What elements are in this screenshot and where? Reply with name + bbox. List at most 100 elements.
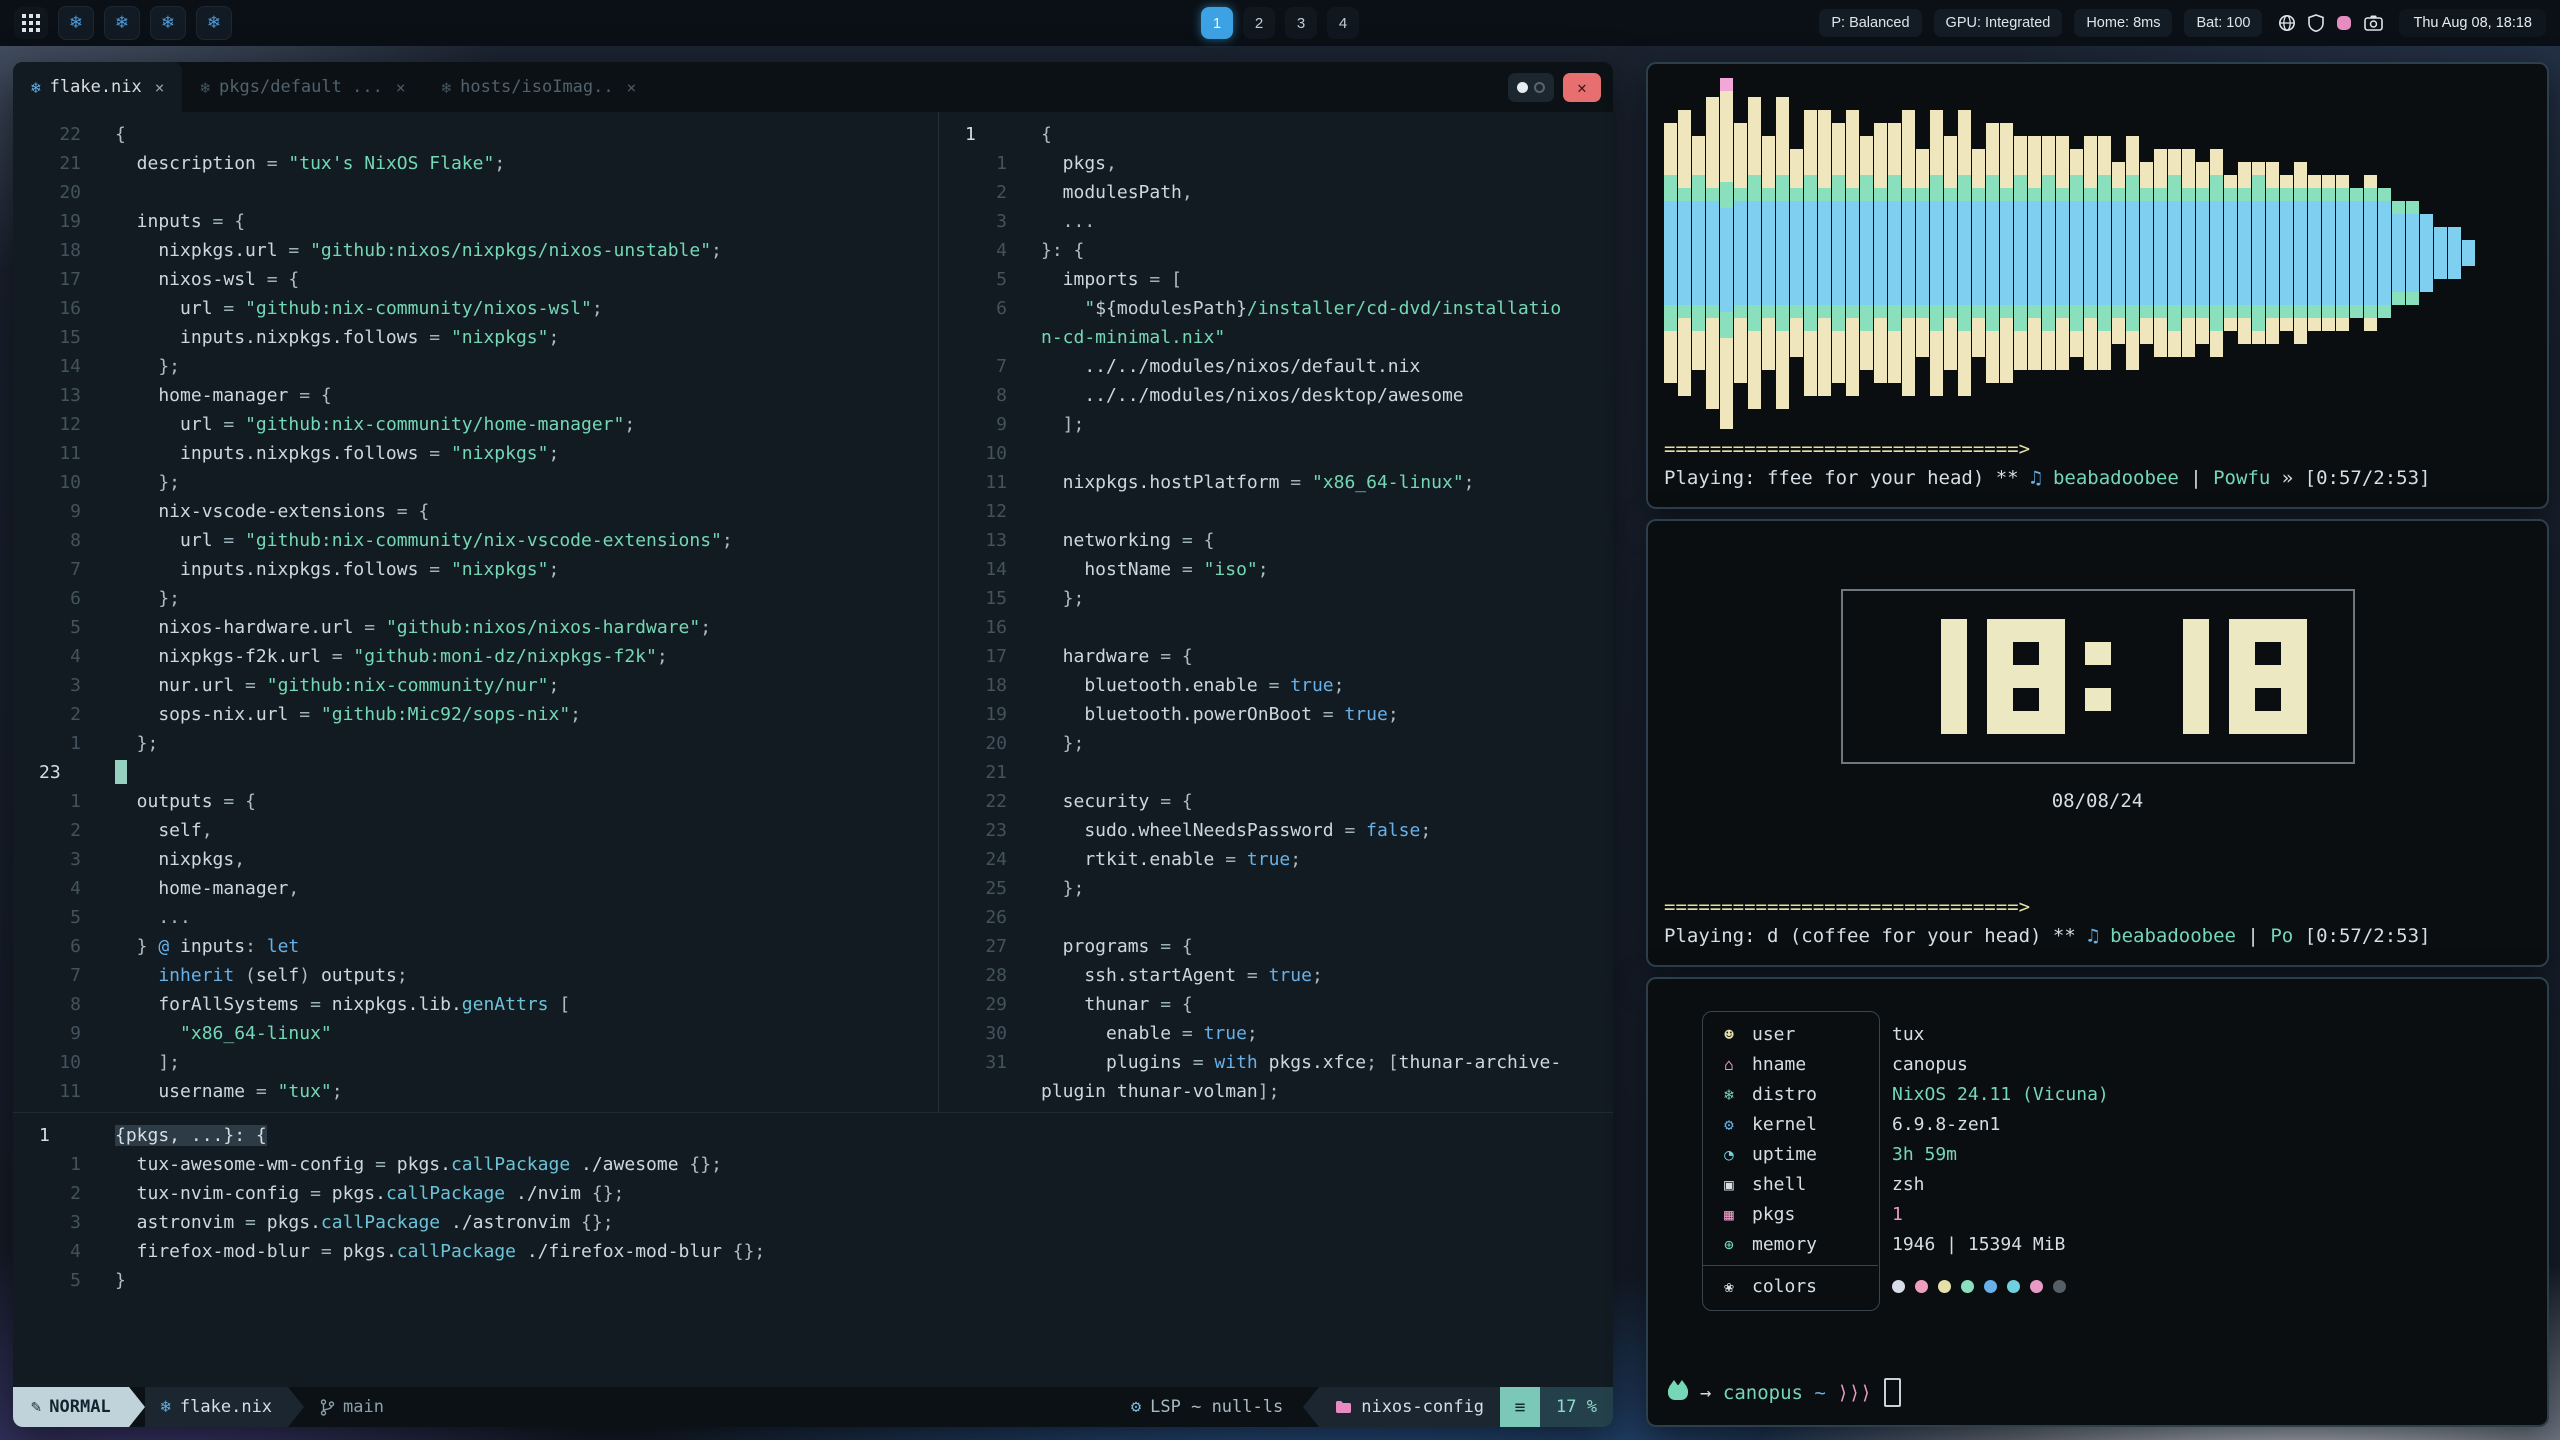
tag-button-1[interactable]: 1 (1201, 7, 1233, 39)
tab-flake-nix[interactable]: ❄flake.nix× (13, 62, 182, 112)
fetch-value: canopus (1892, 1054, 1968, 1075)
topbar: ❄❄❄❄ 1234 P: BalancedGPU: IntegratedHome… (0, 0, 2560, 46)
code-line: 1 }; (13, 729, 938, 758)
tag-button-2[interactable]: 2 (1243, 7, 1275, 39)
toggle-knob-icon (1517, 82, 1528, 93)
editor-content: 22{21 description = "tux's NixOS Flake";… (13, 112, 1613, 1387)
code-line: 1{pkgs, ...}: { (13, 1121, 1613, 1150)
line-number: 4 (13, 1237, 101, 1266)
fetch-value: NixOS 24.11 (Vicuna) (1892, 1084, 2109, 1105)
code-line: 8 ../../modules/nixos/desktop/awesome (939, 381, 1613, 410)
screenshot-icon (2364, 15, 2383, 31)
clock-digit-1 (1889, 619, 1967, 734)
line-number: 22 (13, 120, 101, 149)
code-line: 20 (13, 178, 938, 207)
nix-snowflake-icon: ❄ (69, 13, 83, 33)
workspace-button-2[interactable]: ❄ (104, 6, 140, 40)
code-line: 16 (939, 613, 1613, 642)
workspace-button-1[interactable]: ❄ (58, 6, 94, 40)
visualizer-bar (2406, 201, 2419, 305)
line-number: 11 (13, 1077, 101, 1106)
line-number: 1 (13, 729, 101, 758)
code-line: 7 inherit (self) outputs; (13, 961, 938, 990)
visualizer-bar (2364, 175, 2377, 331)
visualizer-bar (2028, 136, 2041, 370)
code-line: 20 }; (939, 729, 1613, 758)
code-line: 10 (939, 439, 1613, 468)
terminal-color-dots (1892, 1280, 2066, 1293)
theme-toggle-button[interactable] (1508, 73, 1554, 102)
code-line: 29 thunar = { (939, 990, 1613, 1019)
line-number: 5 (939, 265, 1027, 294)
code-line: 4 firefox-mod-blur = pkgs.callPackage ./… (13, 1237, 1613, 1266)
visualizer-bar (2126, 136, 2139, 370)
color-dot (1915, 1280, 1928, 1293)
code-line: 17 nixos-wsl = { (13, 265, 938, 294)
line-number: 4 (13, 642, 101, 671)
now-playing-block: ===============================> Playing… (1664, 435, 2531, 493)
line-number: 2 (13, 700, 101, 729)
toggle-track-icon (1534, 82, 1545, 93)
line-number: 7 (13, 961, 101, 990)
visualizer-bar (2140, 162, 2153, 344)
line-number: 13 (13, 381, 101, 410)
line-number: 2 (939, 178, 1027, 207)
desktop: ❄❄❄❄ 1234 P: BalancedGPU: IntegratedHome… (0, 0, 2560, 1440)
tab-close-icon[interactable]: × (627, 78, 637, 97)
code-line: 6 } @ inputs: let (13, 932, 938, 961)
window-controls: ✕ (1508, 62, 1613, 112)
visualizer-bar (1664, 123, 1677, 383)
code-line: 11 nixpkgs.hostPlatform = "x86_64-linux"… (939, 468, 1613, 497)
workspace-button-4[interactable]: ❄ (196, 6, 232, 40)
editor-pane-pkgs-default[interactable]: 1{pkgs, ...}: {1 tux-awesome-wm-config =… (13, 1112, 1613, 1387)
editor-pane-flake-nix[interactable]: 22{21 description = "tux's NixOS Flake";… (13, 112, 938, 1112)
editor-cursor (115, 760, 127, 784)
code-line: 2 sops-nix.url = "github:Mic92/sops-nix"… (13, 700, 938, 729)
nix-snowflake-icon: ❄ (200, 78, 210, 97)
visualizer-bar (2350, 188, 2363, 318)
tab-close-icon[interactable]: × (155, 78, 165, 97)
workspace-button-3[interactable]: ❄ (150, 6, 186, 40)
project-label: nixos-config (1361, 1397, 1484, 1417)
code-line: 5} (13, 1266, 1613, 1295)
clock-digits (1879, 619, 2317, 734)
visualizer-bar (2434, 227, 2447, 279)
code-line: 24 rtkit.enable = true; (939, 845, 1613, 874)
fetch-terminal[interactable]: ☻usertux⌂hnamecanopus❄distroNixOS 24.11 … (1646, 977, 2549, 1427)
fetch-row-memory: ⊕memory1946 | 15394 MiB (1702, 1229, 2342, 1259)
nix-snowflake-icon: ❄ (441, 78, 451, 97)
clock-terminal[interactable]: 08/08/24 ===============================… (1646, 519, 2549, 967)
visualizer-bar (1832, 123, 1845, 383)
line-number: 4 (13, 874, 101, 903)
now-playing-line: Playing: d (coffee for your head) ** ♫ b… (1664, 922, 2531, 951)
tab-label: flake.nix (50, 77, 142, 97)
visualizer-bar (1818, 110, 1831, 396)
code-line: 11 inputs.nixpkgs.follows = "nixpkgs"; (13, 439, 938, 468)
visualizer-bar (1972, 149, 1985, 357)
tabs: ❄flake.nix×❄pkgs/default ...×❄hosts/isoI… (13, 62, 654, 112)
code-line: 11 username = "tux"; (13, 1077, 938, 1106)
tag-button-3[interactable]: 3 (1285, 7, 1317, 39)
line-number: 23 (13, 758, 101, 787)
tab-close-icon[interactable]: × (396, 78, 406, 97)
code-line: 6 }; (13, 584, 938, 613)
shell-prompt[interactable]: → canopus ~ ⟩⟩⟩ (1668, 1378, 1901, 1407)
visualizer-bar (1790, 149, 1803, 357)
code-line: 22{ (13, 120, 938, 149)
fetch-row-uptime: ◔uptime3h 59m (1702, 1139, 2342, 1169)
fetch-row-hname: ⌂hnamecanopus (1702, 1049, 2342, 1079)
visualizer-terminal[interactable]: ===============================> Playing… (1646, 62, 2549, 509)
tab-hosts-isoImag-[interactable]: ❄hosts/isoImag..× (423, 62, 654, 112)
app-launcher-button[interactable] (14, 7, 48, 39)
editor-pane-iso-image[interactable]: 1{1 pkgs,2 modulesPath,3 ...4}: {5 impor… (939, 112, 1613, 1112)
code-line: 12 url = "github:nix-community/home-mana… (13, 410, 938, 439)
fetch-label: colors (1752, 1276, 1817, 1297)
visualizer-bar (1776, 97, 1789, 409)
line-number: 6 (13, 932, 101, 961)
tab-pkgs-default-[interactable]: ❄pkgs/default ...× (182, 62, 423, 112)
clock-digit-1 (2131, 619, 2209, 734)
window-close-button[interactable]: ✕ (1563, 73, 1601, 102)
visualizer-bar (2266, 162, 2279, 344)
tray-icons (2278, 14, 2383, 32)
tag-button-4[interactable]: 4 (1327, 7, 1359, 39)
